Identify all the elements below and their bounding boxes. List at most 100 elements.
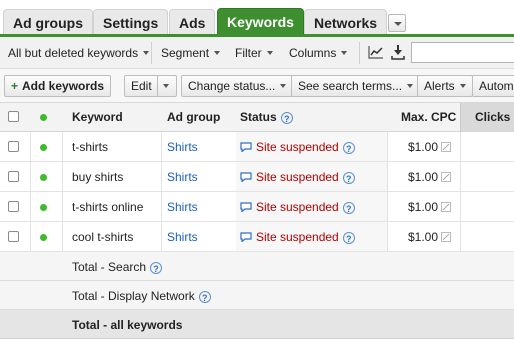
clicks-column-header[interactable]: Clicks <box>475 110 510 124</box>
view-filter-dropdown[interactable]: All but deleted keywords <box>8 46 150 60</box>
help-icon[interactable]: ? <box>280 112 293 124</box>
change-status-button[interactable]: Change status... <box>181 75 294 97</box>
max-cpc-cell[interactable]: $1.00 <box>408 200 438 214</box>
divider <box>30 132 31 252</box>
row-checkbox[interactable] <box>8 141 19 152</box>
total-search-row: Total - Search? <box>0 252 514 281</box>
status-cell: Site suspended? <box>240 230 355 244</box>
segment-dropdown[interactable]: Segment <box>161 46 221 60</box>
search-input[interactable] <box>411 42 514 63</box>
tab-settings[interactable]: Settings <box>93 9 169 35</box>
edit-bid-icon[interactable] <box>441 142 451 152</box>
chevron-down-icon <box>280 84 287 88</box>
status-cell: Site suspended? <box>240 200 355 214</box>
table-footer <box>0 338 514 352</box>
speech-bubble-icon[interactable] <box>240 232 252 242</box>
help-icon[interactable]: ? <box>150 262 163 274</box>
clicks-column-header-cell[interactable]: Clicks <box>460 103 514 132</box>
status-text: Site suspended <box>256 170 339 184</box>
status-cell: Site suspended? <box>240 140 355 154</box>
total-display-label: Total - Display Network? <box>72 289 211 303</box>
divider <box>151 42 152 64</box>
status-column-header[interactable]: Status? <box>240 110 293 124</box>
automate-button[interactable]: Automa <box>472 75 514 97</box>
tab-ad-groups[interactable]: Ad groups <box>3 9 93 35</box>
total-all-label: Total - all keywords <box>72 318 183 332</box>
edit-dropdown-button[interactable] <box>157 75 177 97</box>
keyword-cell[interactable]: t-shirts <box>72 140 108 154</box>
ad-group-column-header[interactable]: Ad group <box>167 110 220 124</box>
enabled-status-dot <box>40 174 47 181</box>
tab-bar: Ad groups Settings Ads Keywords Networks <box>0 0 514 35</box>
status-dot-header <box>40 114 47 121</box>
speech-bubble-icon[interactable] <box>240 202 252 212</box>
status-text: Site suspended <box>256 230 339 244</box>
tab-keywords[interactable]: Keywords <box>217 8 304 35</box>
filter-bar: All but deleted keywords Segment Filter … <box>0 37 514 69</box>
download-icon[interactable] <box>391 44 405 60</box>
divider <box>62 132 63 252</box>
ad-group-link[interactable]: Shirts <box>167 200 198 214</box>
enabled-status-dot <box>40 144 47 151</box>
max-cpc-cell[interactable]: $1.00 <box>408 170 438 184</box>
speech-bubble-icon[interactable] <box>240 142 252 152</box>
chevron-down-icon <box>459 84 466 88</box>
table-header: Keyword Ad group Status? Max. CPC <box>0 103 514 132</box>
tab-ads[interactable]: Ads <box>169 9 216 35</box>
action-bar: + Add keywords Edit Change status... See … <box>0 69 514 103</box>
divider <box>161 132 162 252</box>
help-icon[interactable]: ? <box>342 172 355 184</box>
plus-icon: + <box>11 79 19 93</box>
ad-group-link[interactable]: Shirts <box>167 230 198 244</box>
more-tabs-dropdown[interactable] <box>388 14 406 32</box>
help-icon[interactable]: ? <box>342 142 355 154</box>
speech-bubble-icon[interactable] <box>240 172 252 182</box>
edit-bid-icon[interactable] <box>441 172 451 182</box>
keyword-cell[interactable]: cool t-shirts <box>72 230 133 244</box>
edit-button[interactable]: Edit <box>124 75 159 97</box>
table-row: t-shirts online Shirts Site suspended? $… <box>0 192 514 222</box>
status-text: Site suspended <box>256 200 339 214</box>
tab-networks[interactable]: Networks <box>304 9 388 35</box>
table-row: t-shirts Shirts Site suspended? $1.00 <box>0 132 514 162</box>
enabled-status-dot <box>40 234 47 241</box>
columns-dropdown[interactable]: Columns <box>289 46 348 60</box>
divider <box>387 132 388 252</box>
row-checkbox[interactable] <box>8 201 19 212</box>
total-search-label: Total - Search? <box>72 260 163 274</box>
keyword-cell[interactable]: t-shirts online <box>72 200 143 214</box>
chevron-down-icon <box>266 51 273 55</box>
edit-bid-icon[interactable] <box>441 232 451 242</box>
alerts-button[interactable]: Alerts <box>417 75 473 97</box>
total-display-row: Total - Display Network? <box>0 281 514 310</box>
max-cpc-cell[interactable]: $1.00 <box>408 230 438 244</box>
chevron-down-icon <box>163 84 169 88</box>
line-chart-icon[interactable] <box>368 45 384 59</box>
help-icon[interactable]: ? <box>342 232 355 244</box>
add-keywords-button[interactable]: + Add keywords <box>4 75 112 97</box>
chevron-down-icon <box>143 51 150 55</box>
ad-group-link[interactable]: Shirts <box>167 170 198 184</box>
help-icon[interactable]: ? <box>342 202 355 214</box>
help-icon[interactable]: ? <box>198 291 211 303</box>
select-all-checkbox[interactable] <box>8 111 19 122</box>
table-row: buy shirts Shirts Site suspended? $1.00 <box>0 162 514 192</box>
keyword-cell[interactable]: buy shirts <box>72 170 123 184</box>
see-search-terms-button[interactable]: See search terms... <box>291 75 421 97</box>
enabled-status-dot <box>40 204 47 211</box>
status-cell: Site suspended? <box>240 170 355 184</box>
divider <box>460 132 461 252</box>
row-checkbox[interactable] <box>8 171 19 182</box>
table-row: cool t-shirts Shirts Site suspended? $1.… <box>0 222 514 252</box>
max-cpc-cell[interactable]: $1.00 <box>408 140 438 154</box>
chevron-down-icon <box>214 51 221 55</box>
chevron-down-icon <box>407 84 414 88</box>
divider <box>359 42 360 64</box>
keyword-column-header[interactable]: Keyword <box>72 110 123 124</box>
row-checkbox[interactable] <box>8 231 19 242</box>
max-cpc-column-header[interactable]: Max. CPC <box>401 110 456 124</box>
filter-dropdown[interactable]: Filter <box>235 46 273 60</box>
chevron-down-icon <box>341 51 348 55</box>
edit-bid-icon[interactable] <box>441 202 451 212</box>
ad-group-link[interactable]: Shirts <box>167 140 198 154</box>
